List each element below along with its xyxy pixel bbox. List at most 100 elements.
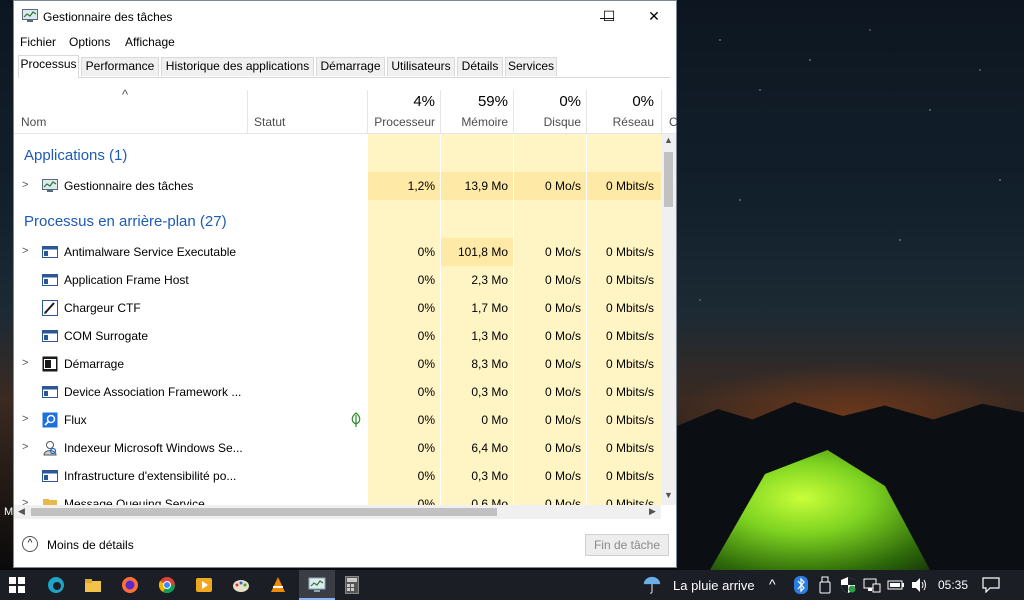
process-row[interactable]: Device Association Framework ... 0% 0,3 … — [14, 378, 661, 406]
expand-chevron-icon[interactable]: > — [22, 245, 28, 257]
column-separator[interactable] — [661, 90, 662, 133]
memory-total-percent[interactable]: 59% — [441, 93, 508, 110]
menu-affichage[interactable]: Affichage — [125, 35, 175, 49]
vertical-scroll-thumb[interactable] — [664, 152, 673, 207]
process-name: Application Frame Host — [64, 273, 189, 287]
task-manager-window: Gestionnaire des tâches — ☐ ✕ Fichier Op… — [13, 0, 678, 568]
cpu-value: 0% — [417, 413, 435, 427]
cpu-value: 0% — [417, 469, 435, 483]
section-background-processes[interactable]: Processus en arrière-plan (27) — [24, 213, 227, 230]
tab-historique[interactable]: Historique des applications — [161, 57, 314, 76]
process-row[interactable]: > Démarrage 0% 8,3 Mo 0 Mo/s 0 Mbits/s — [14, 350, 661, 378]
process-row[interactable]: > Message Queuing Service 0% 0,6 Mo 0 Mo… — [14, 490, 661, 505]
menu-fichier[interactable]: Fichier — [20, 35, 56, 49]
usb-icon[interactable] — [815, 575, 835, 595]
vlc-icon[interactable] — [268, 575, 288, 595]
footer: ^ Moins de détails Fin de tâche — [14, 522, 676, 567]
tab-services[interactable]: Services — [505, 57, 557, 76]
network-value: 0 Mbits/s — [605, 329, 654, 343]
tab-processus[interactable]: Processus — [18, 55, 79, 78]
horizontal-scrollbar[interactable]: ◀ ▶ — [14, 505, 661, 519]
tab-demarrage[interactable]: Démarrage — [316, 57, 385, 76]
scroll-down-icon[interactable]: ▼ — [664, 490, 673, 500]
process-name: Flux — [64, 413, 87, 427]
window-process-icon — [42, 246, 58, 258]
window-process-icon — [42, 274, 58, 286]
column-status-header[interactable]: Statut — [254, 115, 285, 129]
column-overflow-header[interactable]: C — [669, 115, 678, 129]
network-value: 0 Mbits/s — [605, 497, 654, 505]
tab-utilisateurs[interactable]: Utilisateurs — [387, 57, 455, 76]
expand-chevron-icon[interactable]: > — [22, 497, 28, 505]
firefox-icon[interactable] — [120, 575, 140, 595]
title-bar[interactable]: Gestionnaire des tâches — ☐ ✕ — [14, 1, 676, 32]
volume-icon[interactable] — [909, 575, 929, 595]
column-separator[interactable] — [247, 90, 248, 133]
column-network-header[interactable]: Réseau — [587, 115, 654, 129]
close-button[interactable]: ✕ — [631, 1, 677, 32]
network-total-percent[interactable]: 0% — [587, 93, 654, 110]
expand-chevron-icon[interactable]: > — [22, 179, 28, 191]
chrome-icon[interactable] — [157, 575, 177, 595]
clock[interactable]: 05:35 — [938, 578, 968, 592]
column-cpu-header[interactable]: Processeur — [368, 115, 435, 129]
menu-options[interactable]: Options — [69, 35, 110, 49]
cpu-total-percent[interactable]: 4% — [368, 93, 435, 110]
media-player-icon[interactable] — [194, 575, 214, 595]
process-row[interactable]: > Flux 0% 0 Mo 0 Mo/s 0 Mbits/s — [14, 406, 661, 434]
scroll-left-icon[interactable]: ◀ — [18, 506, 25, 517]
paint-icon[interactable] — [231, 575, 251, 595]
edge-browser-icon[interactable] — [46, 575, 66, 595]
less-details-link[interactable]: Moins de détails — [47, 538, 134, 552]
end-task-button[interactable]: Fin de tâche — [585, 534, 669, 556]
start-windows-icon[interactable] — [7, 575, 27, 595]
tab-details[interactable]: Détails — [457, 57, 503, 76]
vertical-scrollbar[interactable]: ▲ ▼ — [661, 134, 676, 505]
column-memory-header[interactable]: Mémoire — [441, 115, 508, 129]
process-name: Démarrage — [64, 357, 125, 371]
process-row[interactable]: COM Surrogate 0% 1,3 Mo 0 Mo/s 0 Mbits/s — [14, 322, 661, 350]
task-manager-taskbar-icon[interactable] — [307, 575, 327, 595]
notifications-icon[interactable] — [981, 575, 1001, 595]
tab-performance[interactable]: Performance — [81, 57, 159, 76]
collapse-details-icon[interactable]: ^ — [22, 536, 38, 552]
disk-value: 0 Mo/s — [544, 469, 581, 483]
column-name-header[interactable]: Nom — [21, 115, 46, 129]
cpu-value: 0% — [417, 357, 435, 371]
cpu-value: 0% — [417, 245, 435, 259]
maximize-button[interactable]: ☐ — [586, 1, 632, 32]
scroll-up-icon[interactable]: ▲ — [664, 135, 673, 145]
process-row[interactable]: Application Frame Host 0% 2,3 Mo 0 Mo/s … — [14, 266, 661, 294]
weather-text[interactable]: La pluie arrive — [673, 578, 755, 593]
expand-chevron-icon[interactable]: > — [22, 441, 28, 453]
security-shield-icon[interactable] — [838, 575, 858, 595]
disk-value: 0 Mo/s — [544, 497, 581, 505]
process-row[interactable]: > Indexeur Microsoft Windows Se... 0% 6,… — [14, 434, 661, 462]
horizontal-scroll-thumb[interactable] — [31, 508, 497, 516]
column-disk-header[interactable]: Disque — [514, 115, 581, 129]
show-hidden-icons-chevron-icon[interactable]: ^ — [769, 576, 776, 592]
calculator-icon[interactable] — [342, 575, 362, 595]
process-name: COM Surrogate — [64, 329, 149, 343]
disk-value: 0 Mo/s — [544, 245, 581, 259]
bluetooth-icon[interactable] — [791, 575, 811, 595]
process-name: Indexeur Microsoft Windows Se... — [64, 441, 243, 455]
startup-icon — [42, 356, 58, 372]
section-applications[interactable]: Applications (1) — [24, 147, 127, 164]
search-icon — [42, 412, 58, 428]
process-row[interactable]: > Antimalware Service Executable 0% 101,… — [14, 238, 661, 266]
desktop-icon-label[interactable]: M — [4, 506, 13, 518]
process-row[interactable]: Chargeur CTF 0% 1,7 Mo 0 Mo/s 0 Mbits/s — [14, 294, 661, 322]
expand-chevron-icon[interactable]: > — [22, 413, 28, 425]
maximize-icon: ☐ — [602, 8, 616, 24]
battery-icon[interactable] — [886, 575, 906, 595]
scroll-right-icon[interactable]: ▶ — [649, 506, 656, 517]
cpu-value: 0% — [417, 329, 435, 343]
network-icon[interactable] — [862, 575, 882, 595]
file-explorer-icon[interactable] — [83, 575, 103, 595]
process-row[interactable]: Infrastructure d'extensibilité po... 0% … — [14, 462, 661, 490]
weather-rain-icon[interactable] — [642, 575, 662, 595]
disk-total-percent[interactable]: 0% — [514, 93, 581, 110]
process-row-gestionnaire[interactable]: > Gestionnaire des tâches 1,2% 13,9 Mo 0… — [14, 172, 661, 200]
expand-chevron-icon[interactable]: > — [22, 357, 28, 369]
